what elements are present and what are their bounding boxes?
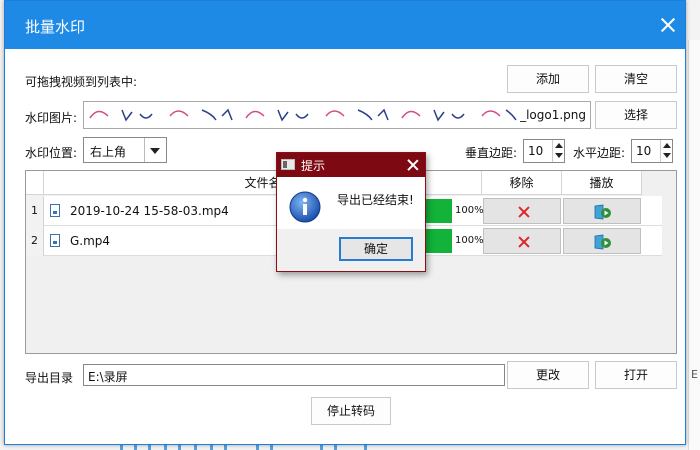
row-number: 1: [26, 196, 44, 226]
play-video-icon: [594, 234, 611, 250]
progress-percent: 100%: [455, 205, 484, 216]
remove-button[interactable]: [483, 198, 561, 224]
dialog-message: 导出已经结束!: [337, 193, 414, 207]
watermark-position-value: 右上角: [90, 145, 127, 159]
ok-button[interactable]: 确定: [339, 237, 413, 261]
play-button[interactable]: [563, 228, 641, 254]
stop-transcode-button[interactable]: 停止转码: [311, 397, 391, 425]
file-name: 2019-10-24 15-58-03.mp4: [70, 204, 229, 218]
progress-bar: [426, 199, 452, 223]
table-corner-header: [26, 171, 44, 195]
watermark-logo-preview: [89, 108, 517, 122]
progress-percent: 100%: [455, 235, 484, 246]
output-dir-input[interactable]: E:\录屏: [83, 364, 505, 386]
vertical-margin-label: 垂直边距:: [465, 146, 518, 160]
output-dir-label: 导出目录: [25, 371, 74, 385]
open-dir-button[interactable]: 打开: [595, 361, 677, 389]
dialog-body: 导出已经结束!: [277, 177, 425, 229]
drag-hint-label: 可拖拽视频到列表中:: [25, 75, 138, 89]
spin-down-icon[interactable]: [663, 153, 671, 158]
add-button[interactable]: 添加: [507, 65, 589, 93]
spin-down-icon[interactable]: [555, 153, 563, 158]
background-app-edge: E: [688, 40, 700, 450]
remove-x-icon: [517, 205, 531, 219]
remove-x-icon: [517, 235, 531, 249]
column-header-play: 播放: [562, 171, 642, 195]
row-number: 2: [26, 226, 44, 256]
background-glyph: E: [691, 368, 698, 381]
file-icon: [50, 234, 60, 247]
title-bar: 批量水印: [5, 1, 685, 49]
vertical-margin-spinbox[interactable]: 10: [523, 139, 565, 163]
close-icon[interactable]: [405, 157, 421, 173]
close-icon[interactable]: [655, 12, 681, 38]
watermark-position-select[interactable]: 右上角: [83, 137, 167, 163]
message-dialog: 提示 导出已经结束! 确定: [276, 152, 426, 272]
horizontal-margin-spinbox[interactable]: 10: [631, 139, 673, 163]
dialog-title: 提示: [301, 159, 326, 173]
play-button[interactable]: [563, 198, 641, 224]
vertical-margin-value: 10: [528, 144, 544, 158]
horizontal-margin-label: 水平边距:: [573, 146, 626, 160]
app-icon: [281, 159, 295, 170]
spin-up-icon[interactable]: [663, 143, 671, 148]
remove-button[interactable]: [483, 228, 561, 254]
watermark-image-label: 水印图片:: [25, 111, 78, 125]
select-image-button[interactable]: 选择: [595, 101, 677, 129]
horizontal-margin-value: 10: [636, 144, 652, 158]
progress-bar: [426, 229, 452, 253]
watermark-position-label: 水印位置:: [25, 146, 78, 160]
file-icon: [50, 204, 60, 217]
play-video-icon: [594, 204, 611, 220]
info-icon: [289, 191, 321, 223]
spin-up-icon[interactable]: [555, 143, 563, 148]
watermark-image-field[interactable]: _logo1.png: [83, 101, 591, 129]
dialog-title-bar: 提示: [277, 153, 425, 177]
window-title: 批量水印: [25, 18, 86, 36]
column-header-remove: 移除: [482, 171, 562, 195]
watermark-image-filename: _logo1.png: [518, 108, 586, 122]
file-name: G.mp4: [70, 234, 111, 248]
change-dir-button[interactable]: 更改: [507, 361, 589, 389]
chevron-down-icon: [150, 148, 160, 154]
clear-button[interactable]: 清空: [595, 65, 677, 93]
